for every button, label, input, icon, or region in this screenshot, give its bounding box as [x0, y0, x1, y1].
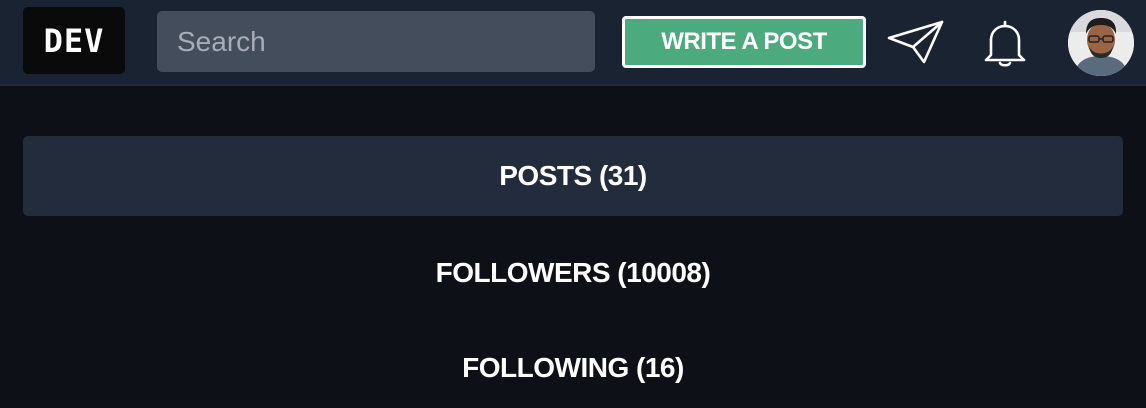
connect-button[interactable]: [886, 14, 946, 72]
tab-following-label: FOLLOWING (16): [462, 352, 684, 383]
bell-icon: [984, 20, 1026, 67]
logo-text: DEV: [43, 21, 105, 60]
profile-photo: [1068, 10, 1134, 76]
paper-plane-icon: [887, 20, 944, 64]
notifications-button[interactable]: [975, 14, 1035, 72]
top-navigation-bar: DEV WRITE A POST: [0, 0, 1146, 86]
write-a-post-label: WRITE A POST: [661, 28, 827, 55]
tab-posts-label: POSTS (31): [499, 160, 647, 191]
search-input[interactable]: [157, 11, 595, 72]
tab-following[interactable]: FOLLOWING (16): [23, 328, 1123, 408]
tab-followers[interactable]: FOLLOWERS (10008): [23, 233, 1123, 313]
write-a-post-button[interactable]: WRITE A POST: [622, 16, 866, 68]
tab-posts[interactable]: POSTS (31): [23, 136, 1123, 216]
dev-logo[interactable]: DEV: [23, 7, 125, 74]
user-avatar[interactable]: [1068, 10, 1134, 76]
tab-followers-label: FOLLOWERS (10008): [435, 257, 711, 288]
